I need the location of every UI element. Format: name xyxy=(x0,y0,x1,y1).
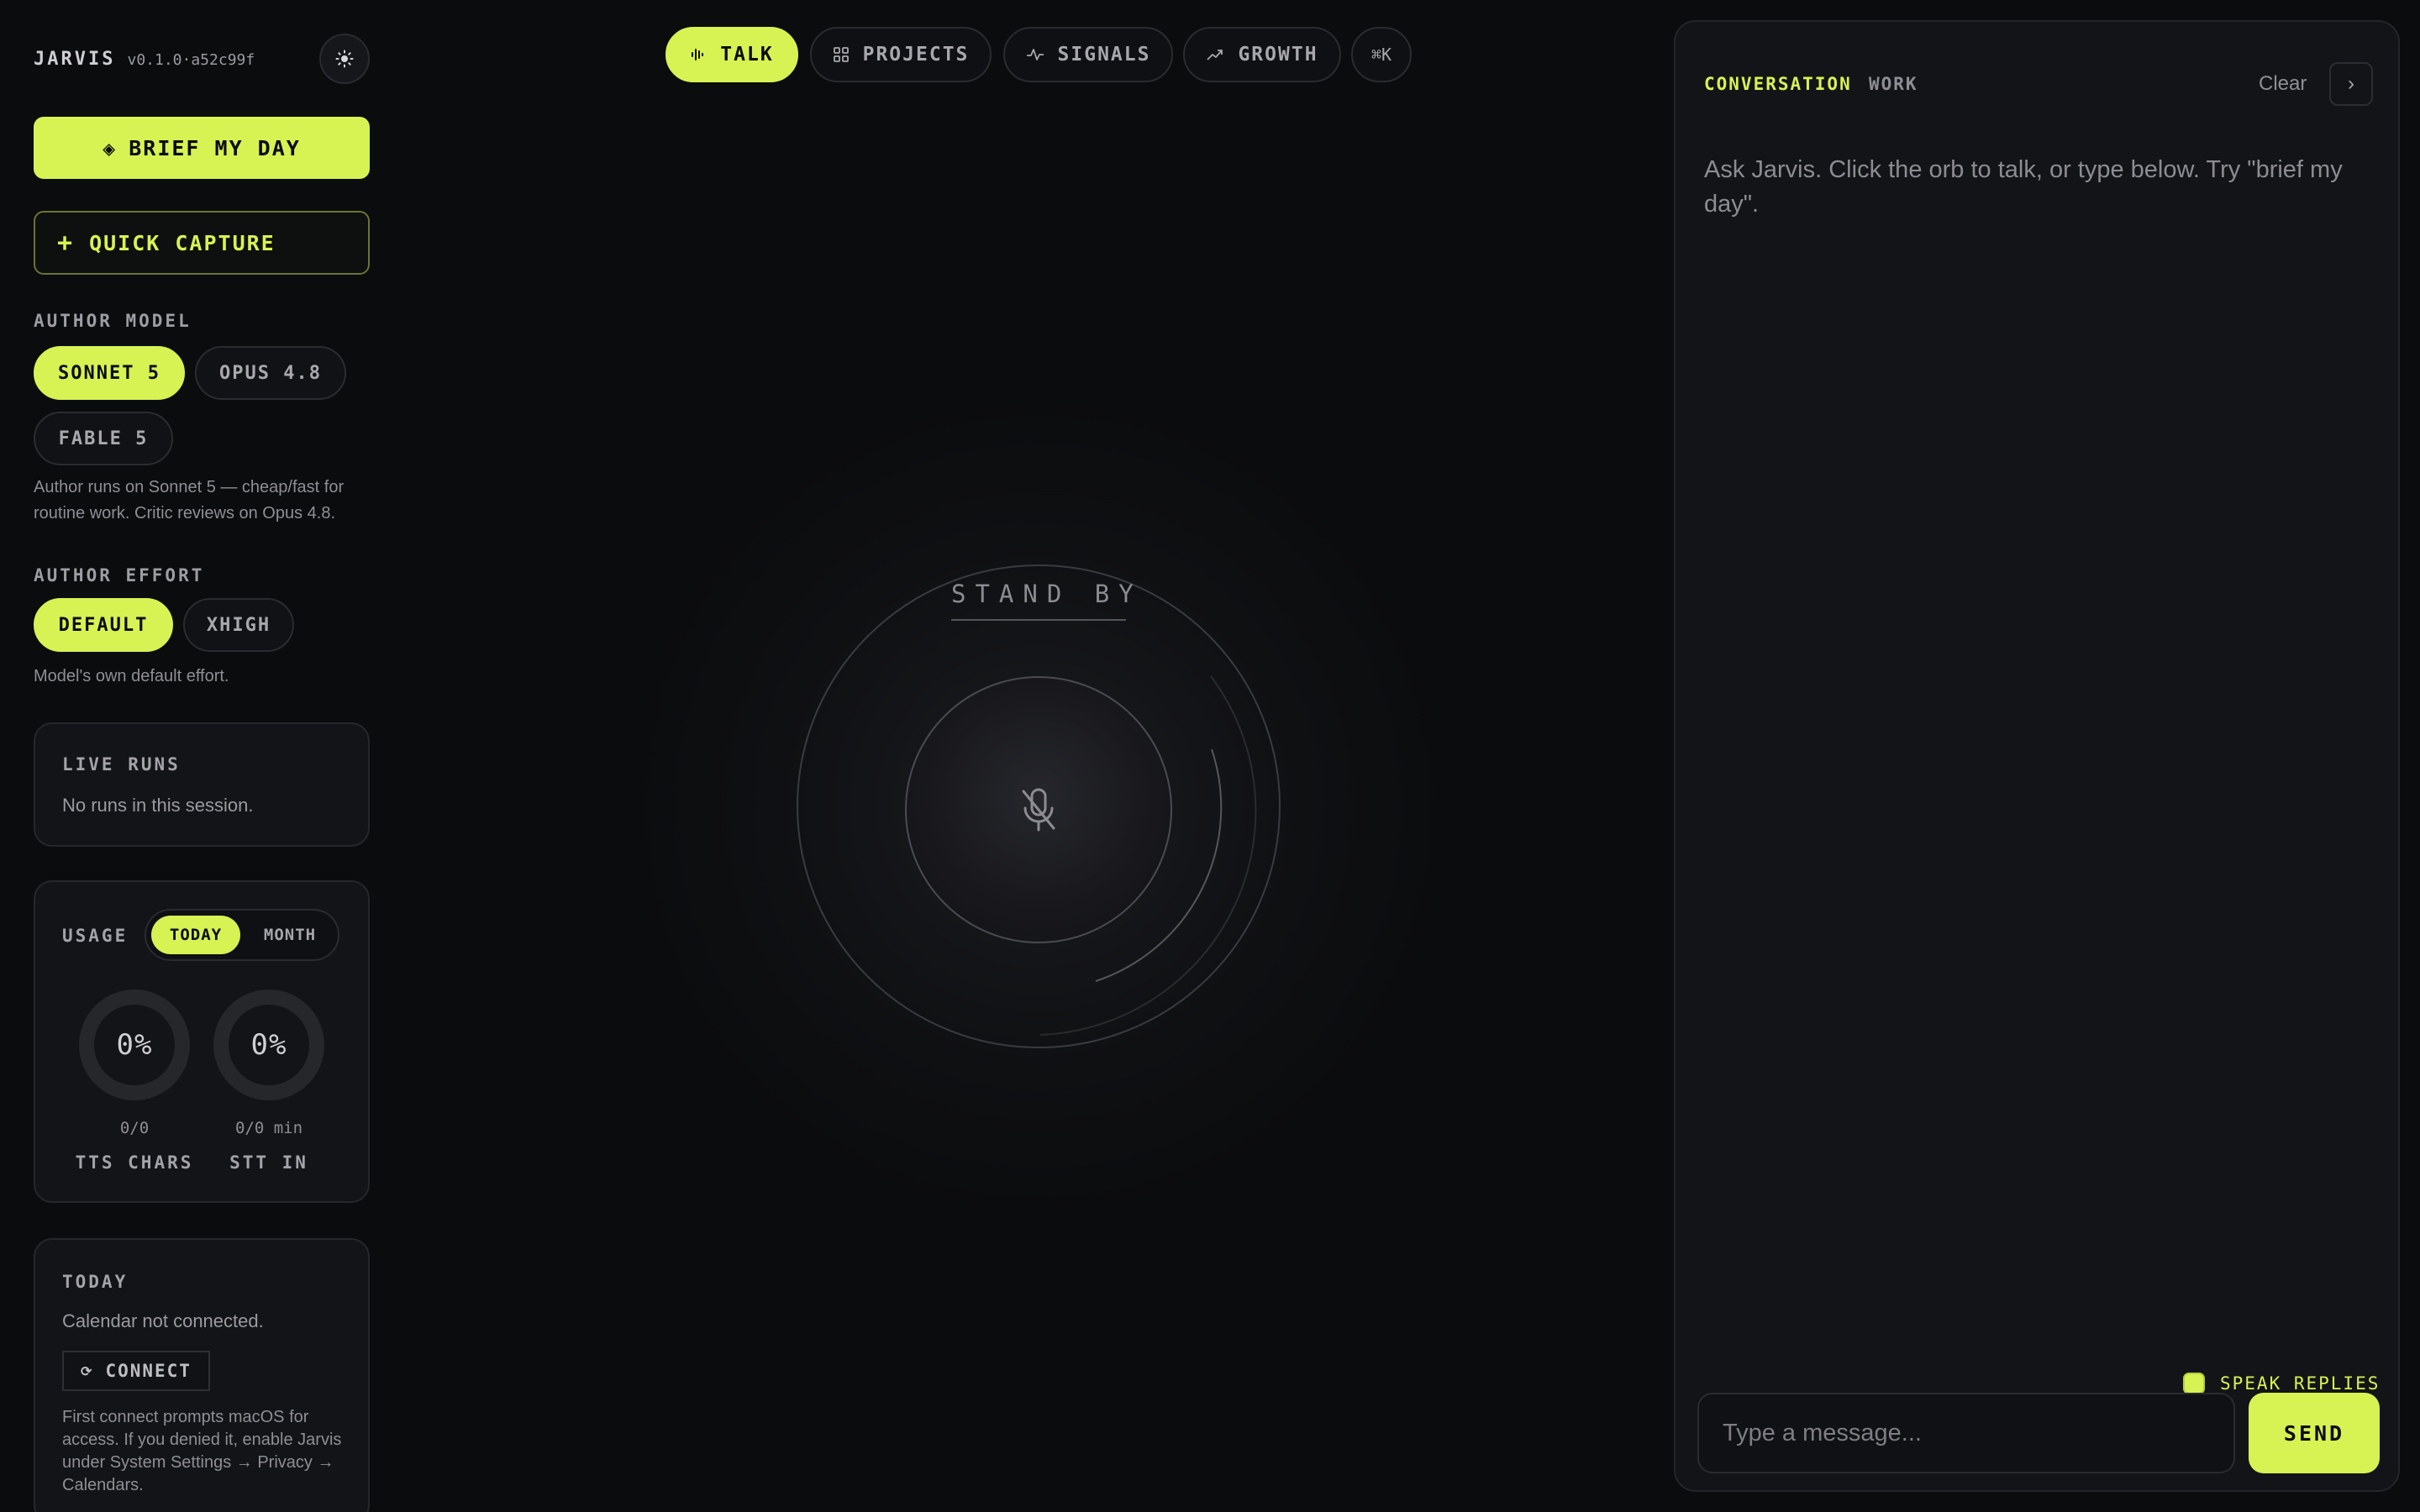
live-runs-card: LIVE RUNS No runs in this session. xyxy=(34,722,370,847)
message-input[interactable] xyxy=(1697,1393,2235,1473)
usage-title: USAGE xyxy=(62,926,129,946)
stt-gauge: 0% xyxy=(213,990,324,1100)
author-model-help: Author runs on Sonnet 5 — cheap/fast for… xyxy=(34,478,345,522)
empty-conversation-message: Ask Jarvis. Click the orb to talk, or ty… xyxy=(1704,156,2343,218)
send-button[interactable]: SEND xyxy=(2249,1393,2380,1473)
tab-talk[interactable]: TALK xyxy=(666,27,798,82)
tts-gauge-value: 0% xyxy=(116,1028,153,1062)
stt-gauge-value: 0% xyxy=(250,1028,287,1062)
tab-projects[interactable]: PROJECTS xyxy=(810,27,992,82)
clear-button[interactable]: Clear xyxy=(2259,72,2307,96)
diamond-icon: ◈ xyxy=(103,135,118,160)
stt-gauge-label: STT IN xyxy=(229,1152,308,1173)
usage-tab-month[interactable]: MONTH xyxy=(245,916,334,954)
usage-period-toggle: TODAY MONTH xyxy=(145,909,339,961)
brief-label: BRIEF MY DAY xyxy=(129,135,301,160)
speak-replies-toggle[interactable]: SPEAK REPLIES xyxy=(2183,1373,2380,1394)
sidebar: JARVIS v0.1.0·a52c99f ◈ BRIEF MY DAY + Q… xyxy=(34,0,370,1512)
theme-toggle-button[interactable] xyxy=(319,34,370,84)
tab-growth[interactable]: GROWTH xyxy=(1183,27,1341,82)
today-title: TODAY xyxy=(62,1272,129,1292)
today-card: TODAY Calendar not connected. ⟳ CONNECT … xyxy=(34,1238,370,1512)
author-model-label: AUTHOR MODEL xyxy=(34,311,192,331)
speak-replies-label: SPEAK REPLIES xyxy=(2220,1373,2381,1394)
command-palette-button[interactable]: ⌘K xyxy=(1351,27,1412,82)
tab-work[interactable]: WORK xyxy=(1869,74,1918,94)
calendar-status: Calendar not connected. xyxy=(62,1310,264,1331)
author-effort-help: Model's own default effort. xyxy=(34,667,229,685)
connect-calendar-button[interactable]: ⟳ CONNECT xyxy=(62,1351,210,1391)
tts-gauge-label: TTS CHARS xyxy=(75,1152,194,1173)
effort-option-xhigh[interactable]: XHIGH xyxy=(183,598,294,652)
model-option-sonnet[interactable]: SONNET 5 xyxy=(34,346,185,400)
brand: JARVIS v0.1.0·a52c99f xyxy=(34,49,255,70)
connect-label: CONNECT xyxy=(105,1361,192,1381)
model-option-opus[interactable]: OPUS 4.8 xyxy=(195,346,346,400)
tab-projects-label: PROJECTS xyxy=(862,44,970,66)
orb-status: STAND BY xyxy=(951,580,1143,608)
orb-status-underline xyxy=(951,619,1126,621)
tab-growth-label: GROWTH xyxy=(1238,44,1318,66)
tts-gauge-sub: 0/0 xyxy=(119,1119,150,1137)
stt-gauge-sub: 0/0 min xyxy=(234,1119,303,1137)
pulse-icon xyxy=(1026,49,1044,60)
live-runs-title: LIVE RUNS xyxy=(62,754,181,774)
app-version: v0.1.0·a52c99f xyxy=(127,51,255,69)
refresh-icon: ⟳ xyxy=(81,1362,94,1379)
waveform-icon xyxy=(692,49,704,60)
brief-my-day-button[interactable]: ◈ BRIEF MY DAY xyxy=(34,117,370,179)
usage-tab-today[interactable]: TODAY xyxy=(151,916,240,954)
live-runs-text: No runs in this session. xyxy=(62,795,254,816)
capture-label: QUICK CAPTURE xyxy=(89,230,276,255)
usage-card: USAGE TODAY MONTH 0% 0/0 TTS CHARS 0% 0/… xyxy=(34,880,370,1203)
conversation-panel: CONVERSATION WORK Clear › Ask Jarvis. Cl… xyxy=(1674,20,2400,1492)
collapse-panel-button[interactable]: › xyxy=(2329,62,2373,106)
tab-signals[interactable]: SIGNALS xyxy=(1003,27,1173,82)
connect-note: First connect prompts macOS for access. … xyxy=(62,1408,342,1494)
tab-signals-label: SIGNALS xyxy=(1057,44,1151,66)
author-effort-label: AUTHOR EFFORT xyxy=(34,565,205,585)
tab-conversation[interactable]: CONVERSATION xyxy=(1704,74,1852,94)
quick-capture-button[interactable]: + QUICK CAPTURE xyxy=(34,211,370,275)
app-name: JARVIS xyxy=(34,49,116,70)
effort-option-default[interactable]: DEFAULT xyxy=(34,598,173,652)
sun-icon xyxy=(335,50,354,68)
tts-gauge: 0% xyxy=(79,990,190,1100)
plus-icon: + xyxy=(57,228,75,258)
chevron-right-icon: › xyxy=(2348,72,2354,95)
voice-orb[interactable] xyxy=(905,676,1172,943)
grid-icon xyxy=(833,47,849,62)
tab-talk-label: TALK xyxy=(720,44,774,66)
speak-replies-checkbox[interactable] xyxy=(2183,1373,2205,1394)
model-option-fable[interactable]: FABLE 5 xyxy=(34,412,173,465)
trend-up-icon xyxy=(1207,50,1223,60)
mic-off-icon xyxy=(1022,788,1055,832)
